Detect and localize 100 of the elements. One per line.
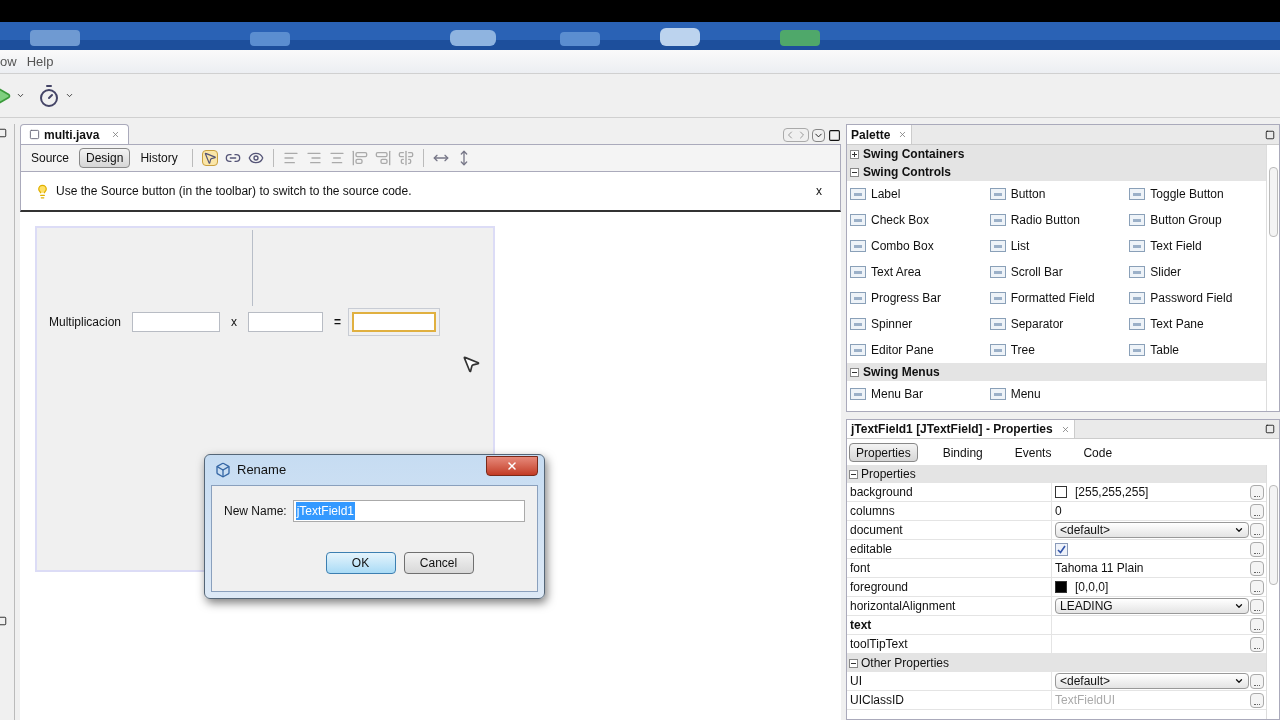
property-dropdown[interactable]: <default> bbox=[1055, 522, 1249, 538]
ellipsis-button[interactable] bbox=[1250, 617, 1264, 633]
panel-title: Palette bbox=[851, 126, 891, 144]
property-name: horizontalAlignment bbox=[850, 598, 956, 615]
palette-category[interactable]: Swing Menus bbox=[847, 363, 1266, 381]
close-button[interactable]: x bbox=[812, 182, 826, 200]
view-tab[interactable]: Design bbox=[79, 148, 131, 168]
palette-item[interactable]: Text Area bbox=[847, 259, 987, 285]
property-name: editable bbox=[850, 541, 893, 558]
ellipsis-button[interactable] bbox=[1250, 673, 1264, 689]
minimize-icon[interactable] bbox=[1265, 129, 1275, 140]
align-icon[interactable] bbox=[282, 150, 299, 166]
text-field[interactable] bbox=[248, 312, 324, 332]
ellipsis-button[interactable] bbox=[1250, 484, 1264, 500]
properties-tab[interactable]: Events bbox=[1007, 442, 1059, 462]
palette-item[interactable]: Button bbox=[986, 181, 1127, 207]
minimize-icon[interactable] bbox=[0, 616, 7, 626]
caret-icon[interactable] bbox=[65, 91, 74, 100]
close-icon[interactable] bbox=[1060, 424, 1070, 434]
ellipsis-button[interactable] bbox=[1250, 503, 1264, 519]
close-icon bbox=[506, 460, 518, 472]
menubar-entry[interactable]: Help bbox=[24, 51, 56, 72]
palette-item[interactable]: Text Field bbox=[1126, 233, 1266, 259]
palette-item[interactable]: List bbox=[986, 233, 1127, 259]
close-icon[interactable] bbox=[111, 130, 121, 139]
palette-item[interactable]: Toggle Button bbox=[1126, 181, 1266, 207]
palette-category[interactable]: Swing Controls bbox=[847, 163, 1266, 181]
palette-item[interactable]: Text Pane bbox=[1126, 311, 1266, 337]
ellipsis-button[interactable] bbox=[1250, 522, 1264, 538]
palette-item[interactable]: Label bbox=[847, 181, 987, 207]
dialog-button[interactable]: Cancel bbox=[403, 552, 474, 574]
align-icon[interactable] bbox=[328, 150, 345, 166]
palette-item[interactable]: Spinner bbox=[847, 311, 987, 337]
property-dropdown[interactable]: LEADING bbox=[1055, 598, 1249, 614]
properties-tab[interactable]: Code bbox=[1076, 442, 1120, 462]
close-button[interactable] bbox=[486, 456, 538, 476]
align-icon[interactable] bbox=[397, 150, 414, 166]
checkbox[interactable] bbox=[1055, 542, 1068, 556]
caret-icon[interactable] bbox=[16, 91, 25, 100]
palette-item[interactable]: Editor Pane bbox=[847, 337, 987, 363]
ellipsis-button[interactable] bbox=[1250, 636, 1264, 652]
palette-category[interactable]: Swing Containers bbox=[847, 145, 1266, 163]
palette-item[interactable]: Scroll Bar bbox=[986, 259, 1127, 285]
palette-item[interactable]: Tree bbox=[986, 337, 1127, 363]
palette-item[interactable]: Check Box bbox=[847, 207, 987, 233]
component-icon bbox=[989, 388, 1006, 400]
panel-title: jTextField1 [JTextField] - Properties bbox=[851, 421, 1053, 438]
palette-item[interactable]: Table bbox=[1126, 337, 1266, 363]
view-tab[interactable]: History bbox=[133, 148, 185, 168]
property-name: columns bbox=[850, 503, 895, 520]
component-icon bbox=[1129, 188, 1146, 200]
palette-item[interactable]: Button Group bbox=[1126, 207, 1266, 233]
properties-tab[interactable]: Properties bbox=[849, 442, 918, 462]
text-field[interactable] bbox=[132, 312, 221, 332]
property-section[interactable]: Properties bbox=[847, 465, 1266, 483]
mouse-pointer-icon bbox=[461, 354, 481, 374]
palette-item[interactable]: Combo Box bbox=[847, 233, 987, 259]
preview-icon[interactable] bbox=[247, 150, 264, 166]
property-name: background bbox=[850, 484, 913, 501]
ellipsis-button[interactable] bbox=[1250, 541, 1264, 557]
property-dropdown[interactable]: <default> bbox=[1055, 673, 1249, 689]
palette-item[interactable]: Slider bbox=[1126, 259, 1266, 285]
palette-item[interactable]: Formatted Field bbox=[986, 285, 1127, 311]
dialog-title: Rename bbox=[237, 461, 288, 480]
properties-tab[interactable]: Binding bbox=[935, 442, 990, 462]
menubar-entry[interactable]: ow bbox=[0, 51, 19, 72]
profile-icon[interactable] bbox=[37, 83, 61, 108]
lightbulb-icon bbox=[35, 183, 50, 199]
align-icon[interactable] bbox=[351, 150, 368, 166]
palette-item[interactable]: Separator bbox=[986, 311, 1127, 337]
palette-item[interactable]: Menu Bar bbox=[847, 381, 987, 407]
component-icon bbox=[850, 240, 866, 252]
align-icon[interactable] bbox=[305, 150, 322, 166]
component-icon bbox=[850, 318, 866, 330]
component-icon bbox=[989, 318, 1006, 330]
ellipsis-button[interactable] bbox=[1250, 598, 1264, 614]
form-label: Multiplicacion bbox=[49, 314, 122, 331]
palette-item[interactable]: Password Field bbox=[1126, 285, 1266, 311]
property-name: toolTipText bbox=[850, 636, 908, 653]
palette-item[interactable]: Menu bbox=[986, 381, 1127, 407]
property-section[interactable]: Other Properties bbox=[847, 654, 1266, 672]
dialog-button[interactable]: OK bbox=[325, 552, 396, 574]
minimize-icon[interactable] bbox=[1265, 424, 1275, 434]
maximize-icon[interactable] bbox=[828, 128, 841, 142]
scrollbar[interactable] bbox=[1266, 145, 1279, 411]
component-icon bbox=[989, 188, 1006, 200]
align-icon[interactable] bbox=[374, 150, 391, 166]
close-icon[interactable] bbox=[898, 130, 908, 139]
palette-item[interactable]: Progress Bar bbox=[847, 285, 987, 311]
editor-tab[interactable]: multi.java bbox=[20, 124, 130, 144]
scrollbar[interactable] bbox=[1266, 465, 1279, 719]
ellipsis-button[interactable] bbox=[1250, 560, 1264, 576]
selection-mode-icon[interactable] bbox=[201, 150, 218, 166]
dropdown-icon[interactable] bbox=[812, 128, 825, 142]
component-icon bbox=[850, 188, 866, 200]
minimize-icon[interactable] bbox=[0, 128, 7, 138]
view-tab[interactable]: Source bbox=[24, 148, 77, 168]
ellipsis-button[interactable] bbox=[1250, 692, 1264, 708]
palette-item[interactable]: Radio Button bbox=[986, 207, 1127, 233]
ellipsis-button[interactable] bbox=[1250, 579, 1264, 595]
